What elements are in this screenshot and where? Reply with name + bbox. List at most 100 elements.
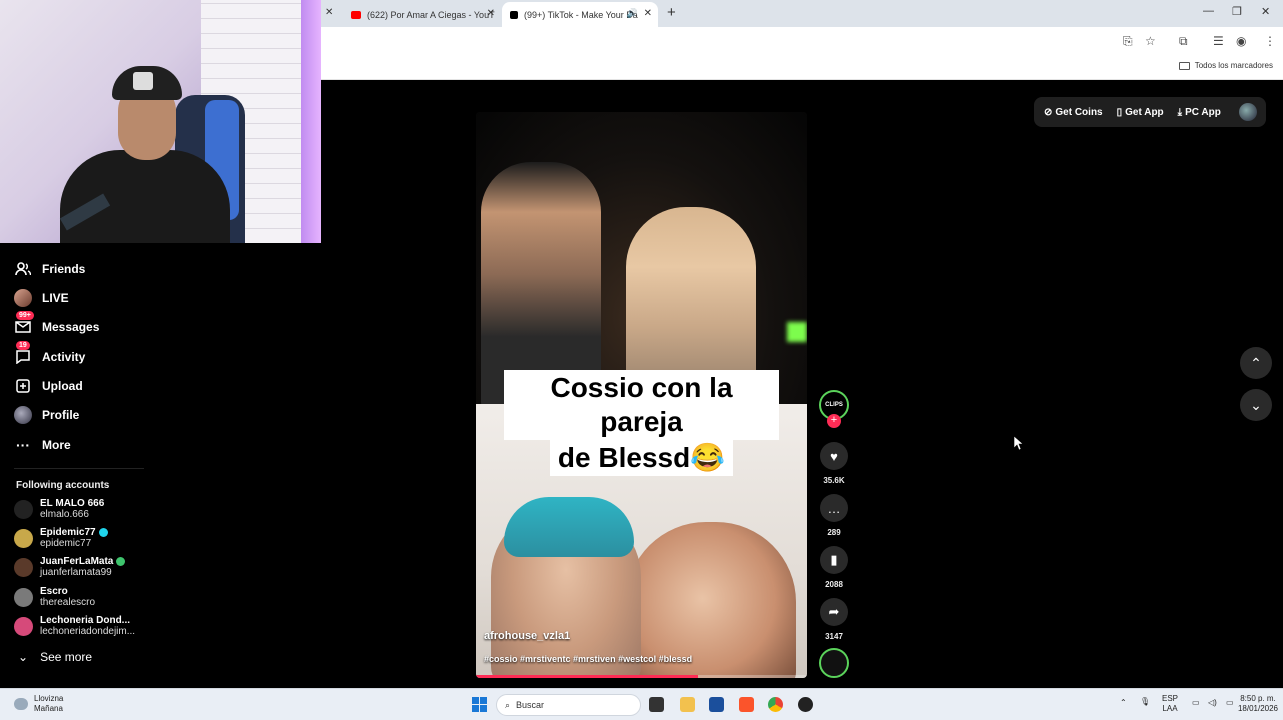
nav-label: Friends [42, 262, 86, 276]
youtube-icon [351, 10, 361, 19]
bookmarks-bar: Todos los marcadores [321, 56, 1283, 80]
comment-button[interactable]: … [820, 494, 848, 522]
close-icon[interactable]: ✕ [487, 8, 495, 19]
chevron-up-icon: ⌃ [1250, 354, 1262, 371]
browser-tab-bar: ✕ (622) Por Amar A Ciegas - YouT ✕ (99+)… [321, 0, 1283, 27]
sidebar-item-friends[interactable]: Friends [14, 260, 85, 278]
all-bookmarks[interactable]: Todos los marcadores [1178, 61, 1273, 70]
download-icon: ⤓ [1177, 106, 1183, 118]
sidebar-item-more[interactable]: ··· More [14, 436, 71, 454]
following-account[interactable]: EL MALO 666 elmalo.666 [14, 498, 104, 521]
tab-youtube[interactable]: (622) Por Amar A Ciegas - YouT ✕ [343, 2, 501, 27]
extensions-icon[interactable]: ⧉ [1179, 34, 1188, 49]
language-indicator[interactable]: ESP LAA [1162, 694, 1178, 714]
share-button[interactable]: ➦ [820, 598, 848, 626]
messages-badge: 99+ [16, 311, 34, 320]
task-view-icon[interactable] [649, 697, 664, 712]
restore-icon[interactable]: ❐ [1232, 5, 1242, 18]
share-count: 3147 [825, 632, 843, 641]
media-icon[interactable]: ☰ [1213, 34, 1224, 48]
video-description[interactable]: #cossio #mrstiventc #mrstiven #westcol #… [484, 654, 692, 664]
tab-tiktok[interactable]: (99+) TikTok - Make Your Da 🔊 ✕ [502, 2, 658, 27]
sidebar-item-live[interactable]: LIVE [14, 289, 69, 307]
star-icon[interactable]: ☆ [1145, 34, 1156, 48]
lang-line-1: ESP [1162, 694, 1179, 703]
weather-sub: Mañana [34, 704, 63, 713]
network-icon[interactable]: ▭ [1192, 698, 1200, 708]
like-count: 35.6K [823, 476, 845, 485]
minimize-icon[interactable]: — [1203, 5, 1214, 17]
coin-icon: ⊘ [1044, 106, 1053, 118]
previous-video-button[interactable]: ⌃ [1240, 347, 1272, 379]
chrome-icon[interactable] [768, 697, 783, 712]
get-app-label: Get App [1125, 106, 1164, 118]
avatar [14, 588, 33, 607]
messages-icon: 99+ [14, 311, 34, 336]
verified-badge-icon [116, 557, 126, 566]
volume-icon[interactable]: ◁) [1208, 698, 1217, 708]
get-app-button[interactable]: ▯ Get App [1117, 107, 1164, 118]
new-tab-button[interactable]: + [667, 4, 676, 21]
close-icon[interactable]: ✕ [644, 8, 652, 19]
account-name: JuanFerLaMata [40, 556, 114, 567]
next-video-button[interactable]: ⌄ [1240, 389, 1272, 421]
tab-label: (99+) TikTok - Make Your Da [524, 9, 638, 20]
store-icon[interactable] [709, 697, 724, 712]
video-player[interactable]: Cossio con la pareja de Blessd😂 afrohous… [476, 112, 807, 678]
clock[interactable]: 8:50 p. m. 18/01/2026 [1236, 694, 1280, 714]
video-username[interactable]: afrohouse_vzla1 [484, 630, 570, 642]
sidebar-item-activity[interactable]: 19 Activity [14, 341, 85, 366]
profile-avatar [14, 406, 32, 424]
close-window-icon[interactable]: ✕ [1261, 5, 1270, 18]
date: 18/01/2026 [1237, 704, 1279, 713]
heart-icon: ♥ [830, 448, 838, 464]
more-icon: ··· [16, 437, 30, 453]
following-account[interactable]: Epidemic77 epidemic77 [14, 527, 108, 550]
profile-icon[interactable]: ◉ [1236, 34, 1246, 48]
get-coins-label: Get Coins [1055, 106, 1103, 118]
verified-badge-icon [98, 528, 108, 537]
install-icon[interactable]: ⎘ [1123, 34, 1133, 49]
bookmarks-label: Todos los marcadores [1194, 61, 1273, 70]
account-name: EL MALO 666 [40, 498, 105, 509]
friends-icon [14, 260, 32, 278]
tiktok-icon [510, 10, 518, 19]
music-disc[interactable] [819, 648, 849, 678]
taskbar-search[interactable]: ⌕ Buscar [496, 694, 641, 716]
microphone-icon[interactable]: 🎙 [1140, 697, 1150, 707]
account-name: Lechoneria Dond... [40, 615, 131, 626]
chevron-up-icon[interactable]: ⌃ [1120, 698, 1127, 708]
menu-icon[interactable]: ⋮ [1264, 34, 1276, 48]
sidebar-item-upload[interactable]: Upload [14, 377, 83, 395]
comment-icon: … [827, 500, 841, 516]
share-icon: ➦ [828, 604, 840, 619]
nav-label: LIVE [42, 291, 69, 305]
save-count: 2088 [825, 580, 843, 589]
follow-button[interactable]: + [827, 414, 841, 428]
close-icon[interactable]: ✕ [325, 7, 333, 18]
get-coins-button[interactable]: ⊘ Get Coins [1044, 107, 1103, 118]
following-account[interactable]: Lechoneria Dond... lechoneriadondejim... [14, 615, 135, 638]
windows-start-icon[interactable] [472, 697, 487, 712]
brave-icon[interactable] [739, 697, 754, 712]
following-account[interactable]: JuanFerLaMata juanferlamata99 [14, 556, 126, 579]
activity-icon: 19 [14, 341, 32, 366]
like-button[interactable]: ♥ [820, 442, 848, 470]
app-icon[interactable] [798, 697, 813, 712]
user-avatar[interactable] [1238, 103, 1257, 121]
pc-app-button[interactable]: ⤓ PC App [1178, 107, 1221, 118]
save-button[interactable]: ▮ [820, 546, 848, 574]
speaker-icon[interactable]: 🔊 [627, 8, 638, 19]
chevron-down-icon: ⌄ [1250, 396, 1262, 413]
sidebar-item-messages[interactable]: 99+ Messages [14, 311, 99, 336]
sidebar-item-profile[interactable]: Profile [14, 406, 79, 424]
video-progress-bar[interactable] [476, 675, 807, 678]
account-handle: elmalo.666 [40, 509, 89, 520]
following-account[interactable]: Escro therealescro [14, 586, 95, 609]
battery-icon[interactable]: ▭ [1226, 698, 1234, 708]
caption-line-2: de Blessd😂 [549, 440, 734, 476]
see-more-button[interactable]: ⌄ See more [18, 650, 92, 664]
weather-widget[interactable]: Llovizna Mañana [14, 694, 63, 714]
file-explorer-icon[interactable] [680, 697, 695, 712]
video-caption: Cossio con la pareja de Blessd😂 [504, 370, 779, 476]
